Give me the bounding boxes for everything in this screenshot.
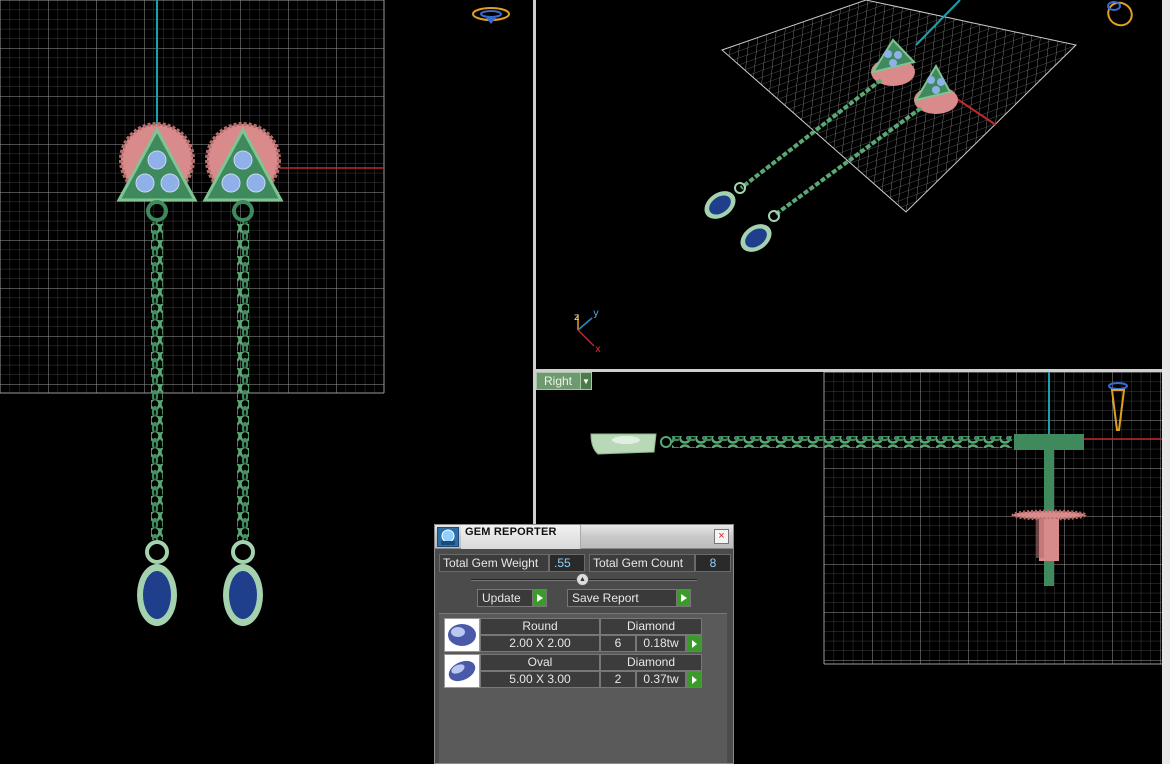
gem-reporter-panel[interactable]: GEM REPORTER × Total Gem Weight .55 Tota… xyxy=(434,524,734,764)
chevron-up-icon[interactable]: ▲ xyxy=(576,573,589,586)
gem-reporter-title: GEM REPORTER xyxy=(465,526,557,538)
chevron-down-icon[interactable]: ▼ xyxy=(580,373,591,389)
perspective-grid xyxy=(722,0,1076,212)
perspective-viewport[interactable]: z y x xyxy=(536,0,1162,369)
gem-weight-cell: 0.37tw xyxy=(636,671,686,688)
view-cube-ring-icon[interactable] xyxy=(472,7,510,24)
view-label-dropdown[interactable]: Right ▼ xyxy=(536,372,592,390)
gem-shape-cell: Round xyxy=(480,618,600,635)
gem-weight-cell: 0.18tw xyxy=(636,635,686,652)
update-button-label: Update xyxy=(482,591,521,605)
panel-collapse-slider[interactable]: ▲ xyxy=(471,573,697,586)
play-arrow-icon xyxy=(532,590,546,606)
gem-reporter-logo-icon xyxy=(437,527,459,547)
gem-count-cell: 6 xyxy=(600,635,636,652)
oval-gem-thumbnail-icon xyxy=(444,654,480,688)
gem-row-round[interactable]: Round Diamond 2.00 X 2.00 6 0.18tw xyxy=(444,618,702,652)
gem-material-cell: Diamond xyxy=(600,654,702,671)
save-report-button-label: Save Report xyxy=(572,591,639,605)
gem-material-cell: Diamond xyxy=(600,618,702,635)
right-border xyxy=(1162,0,1170,764)
gem-totals-row: Total Gem Weight .55 Total Gem Count 8 xyxy=(439,554,731,572)
play-arrow-icon xyxy=(676,590,690,606)
gem-size-cell: 2.00 X 2.00 xyxy=(480,635,600,652)
view-label-text: Right xyxy=(544,374,573,388)
close-button[interactable]: × xyxy=(714,529,729,544)
axis-y-label: y xyxy=(593,308,599,319)
total-gem-count-value: 8 xyxy=(695,554,731,572)
perspective-viewport-canvas: z y x xyxy=(574,0,1136,355)
axis-x-label: x xyxy=(595,344,601,355)
axis-z-label: z xyxy=(574,312,579,323)
axis-gizmo: z y x xyxy=(574,308,601,355)
total-gem-weight-value: .55 xyxy=(549,554,585,572)
right-grid xyxy=(824,372,1162,664)
viewport-splitter-horizontal[interactable] xyxy=(536,369,1162,372)
gem-size-cell: 5.00 X 3.00 xyxy=(480,671,600,688)
save-report-button[interactable]: Save Report xyxy=(567,589,691,607)
round-gem-thumbnail-icon xyxy=(444,618,480,652)
gem-shape-cell: Oval xyxy=(480,654,600,671)
gem-count-cell: 2 xyxy=(600,671,636,688)
perspective-view-cube-icon[interactable] xyxy=(1104,0,1136,30)
gem-reporter-titlebar[interactable]: GEM REPORTER × xyxy=(435,525,733,549)
total-gem-count-label: Total Gem Count xyxy=(589,554,695,572)
gem-row-oval[interactable]: Oval Diamond 5.00 X 3.00 2 0.37tw xyxy=(444,654,702,688)
gem-select-arrow-icon[interactable] xyxy=(686,671,702,688)
update-button[interactable]: Update xyxy=(477,589,547,607)
gem-list: Round Diamond 2.00 X 2.00 6 0.18tw Oval … xyxy=(439,613,727,763)
total-gem-weight-label: Total Gem Weight xyxy=(439,554,549,572)
gem-select-arrow-icon[interactable] xyxy=(686,635,702,652)
